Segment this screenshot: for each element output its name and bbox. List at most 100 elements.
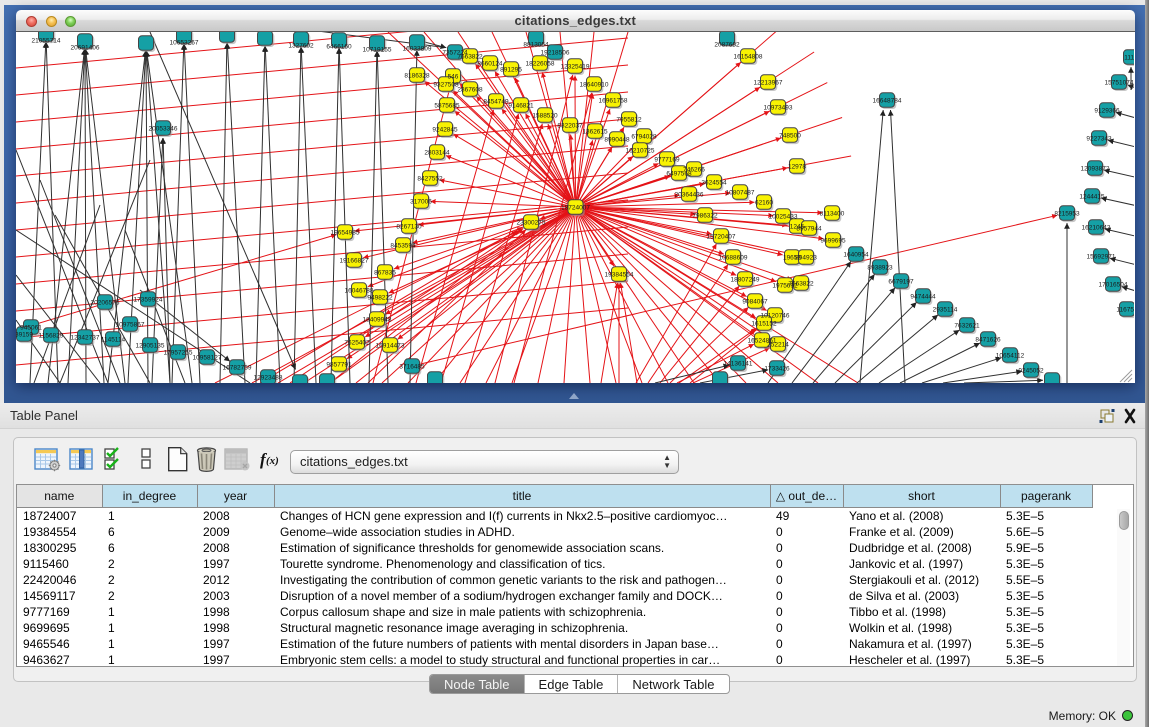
svg-text:12213967: 12213967	[754, 79, 783, 86]
svg-text:1145114: 1145114	[101, 336, 126, 343]
svg-text:15751074: 15751074	[1105, 79, 1134, 86]
svg-text:10653267: 10653267	[170, 40, 199, 47]
svg-text:2087682: 2087682	[714, 42, 740, 49]
svg-text:1117: 1117	[1124, 54, 1134, 61]
svg-text:19218506: 19218506	[541, 49, 570, 56]
svg-text:546: 546	[448, 73, 459, 80]
svg-text:17359924: 17359924	[134, 296, 163, 303]
svg-text:15692971: 15692971	[1087, 253, 1116, 260]
svg-text:20206576: 20206576	[91, 299, 120, 306]
svg-text:23300275: 23300275	[517, 219, 546, 226]
svg-text:19384554: 19384554	[605, 271, 634, 278]
svg-text:7955812: 7955812	[616, 116, 642, 123]
svg-text:16961758: 16961758	[599, 97, 628, 104]
svg-text:7986322: 7986322	[692, 212, 718, 219]
svg-text:7663822: 7663822	[788, 280, 814, 287]
svg-text:1733426: 1733426	[764, 365, 790, 372]
svg-text:15720407: 15720407	[707, 233, 736, 240]
svg-text:20364436: 20364436	[675, 191, 704, 198]
svg-text:10654112: 10654112	[996, 352, 1025, 359]
svg-text:116753: 116753	[1116, 306, 1134, 313]
svg-text:3624554: 3624554	[701, 179, 727, 186]
svg-text:18409948: 18409948	[363, 316, 392, 323]
svg-text:10719155: 10719155	[363, 47, 392, 54]
svg-text:12905135: 12905135	[136, 342, 165, 349]
svg-text:1588520: 1588520	[532, 112, 558, 119]
svg-text:18226058: 18226058	[526, 60, 555, 67]
svg-text:8471626: 8471626	[975, 336, 1001, 343]
svg-text:746266: 746266	[683, 166, 705, 173]
svg-text:945061: 945061	[20, 324, 42, 331]
svg-text:21055714: 21055714	[32, 38, 61, 45]
svg-text:9146821: 9146821	[508, 102, 534, 109]
svg-text:12093872: 12093872	[1081, 165, 1110, 172]
svg-text:20053346: 20053346	[149, 125, 178, 132]
svg-text:8186328: 8186328	[404, 72, 430, 79]
svg-text:2867608: 2867608	[457, 86, 483, 93]
svg-text:10958127: 10958127	[193, 354, 222, 361]
svg-text:9242845: 9242845	[432, 126, 458, 133]
svg-text:16782759: 16782759	[223, 364, 252, 371]
svg-text:16914473: 16914473	[376, 342, 405, 349]
svg-text:1640954: 1640954	[843, 251, 869, 258]
svg-text:9084067: 9084067	[742, 298, 768, 305]
svg-text:317006: 317006	[410, 198, 432, 205]
svg-text:10120746: 10120746	[761, 312, 790, 319]
svg-text:5875685: 5875685	[434, 102, 460, 109]
svg-text:8957944: 8957944	[796, 225, 822, 232]
svg-text:18807249: 18807249	[731, 276, 760, 283]
svg-text:1327602: 1327602	[288, 43, 314, 50]
svg-text:8990448: 8990448	[604, 136, 630, 143]
svg-text:1362615: 1362615	[582, 128, 608, 135]
svg-text:12342737: 12342737	[71, 334, 100, 341]
svg-text:894923: 894923	[795, 254, 817, 261]
svg-text:7632621: 7632621	[954, 322, 980, 329]
svg-text:10975867: 10975867	[116, 321, 145, 328]
svg-text:8267130: 8267130	[396, 223, 422, 230]
svg-text:9327508: 9327508	[433, 81, 459, 88]
svg-text:252214: 252214	[767, 341, 789, 348]
svg-text:18724007: 18724007	[561, 204, 590, 211]
svg-text:2803144: 2803144	[424, 149, 450, 156]
svg-text:1244415: 1244415	[1079, 193, 1105, 200]
svg-text:8215953: 8215953	[1054, 210, 1080, 217]
svg-text:16648784: 16648784	[873, 97, 902, 104]
svg-text:12923488: 12923488	[254, 374, 283, 381]
svg-text:16033809: 16033809	[403, 46, 432, 53]
svg-text:17016504: 17016504	[1099, 281, 1128, 288]
svg-text:12325419: 12325419	[561, 63, 590, 70]
svg-text:9777169: 9777169	[654, 156, 680, 163]
svg-text:18640910: 18640910	[580, 81, 609, 88]
svg-text:19166827: 19166827	[340, 257, 369, 264]
svg-text:10973493: 10973493	[764, 104, 793, 111]
svg-text:9245052: 9245052	[1018, 367, 1044, 374]
svg-text:7625402: 7625402	[344, 339, 370, 346]
svg-text:39159: 39159	[16, 331, 33, 338]
svg-text:2935114: 2935114	[933, 306, 958, 313]
svg-text:10688609: 10688609	[719, 254, 748, 261]
svg-text:6466160: 6466160	[326, 44, 352, 51]
svg-text:16046788: 16046788	[345, 287, 374, 294]
svg-text:9129366: 9129366	[1094, 107, 1120, 114]
svg-text:3716485: 3716485	[399, 363, 425, 370]
svg-text:891295: 891295	[500, 66, 522, 73]
svg-text:(x): (x)	[266, 455, 279, 467]
svg-text:17957255: 17957255	[164, 349, 193, 356]
svg-text:8427552: 8427552	[417, 175, 443, 182]
svg-text:9857791: 9857791	[326, 361, 352, 368]
svg-text:8813054: 8813054	[523, 42, 549, 49]
svg-text:62160: 62160	[755, 199, 773, 206]
svg-text:1615152: 1615152	[751, 320, 777, 327]
svg-text:8454749: 8454749	[483, 98, 509, 105]
svg-text:20691406: 20691406	[71, 45, 100, 52]
svg-text:9498222: 9498222	[367, 294, 393, 301]
svg-text:748500: 748500	[779, 132, 801, 139]
svg-text:14136141: 14136141	[724, 360, 753, 367]
svg-text:6794028: 6794028	[631, 133, 657, 140]
svg-text:19654985: 19654985	[331, 229, 360, 236]
svg-text:8453594: 8453594	[390, 242, 416, 249]
svg-text:10807487: 10807487	[726, 189, 755, 196]
svg-text:8938923: 8938923	[867, 264, 893, 271]
svg-text:16154808: 16154808	[734, 53, 763, 60]
svg-text:867835: 867835	[374, 269, 396, 276]
